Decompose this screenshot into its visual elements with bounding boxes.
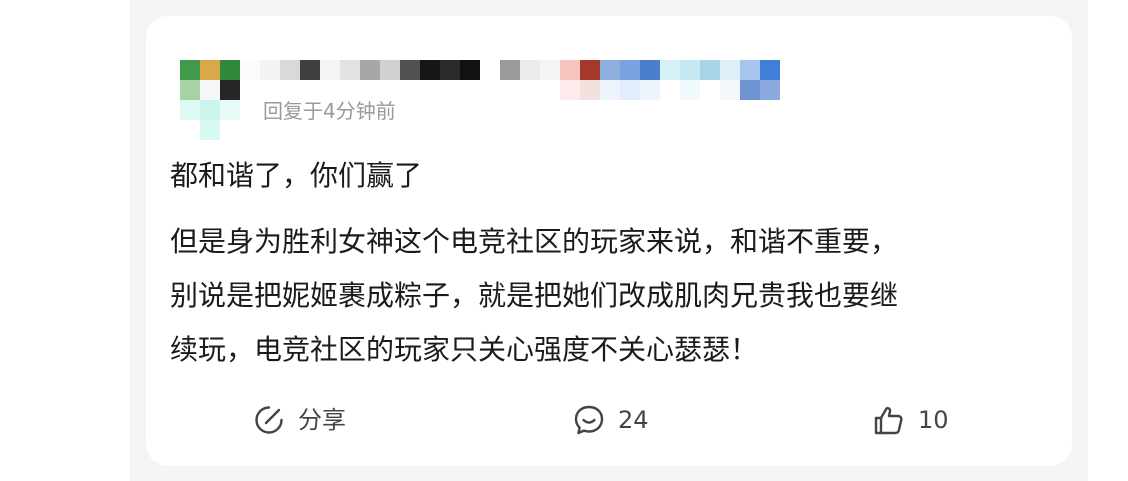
reply-timestamp: 回复于4分钟前 [263,99,396,123]
comment-body-line: 续玩，电竞社区的玩家只关心强度不关心瑟瑟！ [170,333,759,366]
comment-body-line: 别说是把妮姬裹成粽子，就是把她们改成肌肉兄贵我也要继 [170,279,899,312]
comment-title: 都和谐了，你们赢了 [170,159,423,192]
avatar[interactable] [180,60,240,140]
share-label: 分享 [298,406,346,434]
comment-button[interactable]: 24 [572,400,649,440]
comment-bubble-icon [574,405,604,435]
like-count: 10 [918,406,949,434]
comment-body-line: 但是身为胜利女神这个电竞社区的玩家来说，和谐不重要， [170,225,899,258]
comment-count: 24 [618,406,649,434]
username[interactable] [240,60,780,100]
thumbs-up-icon [874,406,903,435]
like-button[interactable]: 10 [872,400,949,440]
share-pencil-icon [255,406,283,434]
share-button[interactable]: 分享 [252,400,346,440]
